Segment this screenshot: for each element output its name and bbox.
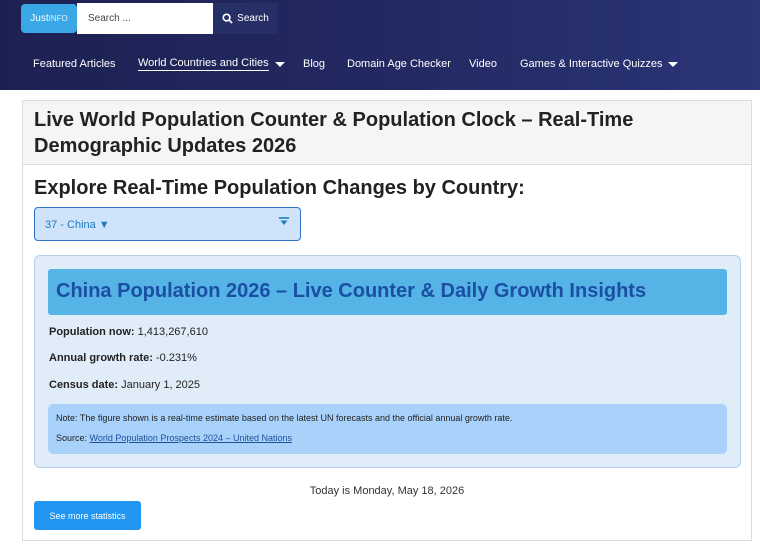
census-date-label: Census date:: [49, 379, 119, 391]
search-input[interactable]: [77, 3, 213, 34]
population-label: Population now:: [49, 326, 135, 338]
section-title: Explore Real-Time Population Changes by …: [34, 177, 525, 199]
population-heading: China Population 2026 – Live Counter & D…: [56, 280, 647, 302]
card-header: Live World Population Counter & Populati…: [23, 101, 751, 165]
nav-games-quizzes[interactable]: Games & Interactive Quizzes: [520, 54, 679, 74]
census-date-stat: Census date: January 1, 2025: [49, 379, 200, 391]
growth-rate-label: Annual growth rate:: [49, 352, 153, 364]
population-info-box: China Population 2026 – Live Counter & D…: [34, 255, 741, 468]
today-date: Today is Monday, May 18, 2026: [309, 485, 465, 497]
nav-label: Featured Articles: [33, 58, 116, 70]
nav-featured-articles[interactable]: Featured Articles: [33, 54, 116, 74]
source-note: Note: The figure shown is a real-time es…: [48, 404, 727, 454]
population-stat: Population now: 1,413,267,610: [49, 326, 208, 338]
site-header: JustINFO Search Featured Articles World …: [0, 0, 760, 90]
logo-text: Just: [30, 13, 49, 24]
growth-rate-stat: Annual growth rate: -0.231%: [49, 352, 197, 364]
nav-domain-age-checker[interactable]: Domain Age Checker: [347, 54, 451, 74]
page-title: Live World Population Counter & Populati…: [34, 109, 634, 157]
country-select-value: 37 - China ▼: [45, 219, 110, 231]
nav-label: Domain Age Checker: [347, 58, 451, 70]
site-logo[interactable]: JustINFO: [21, 4, 77, 33]
nav-blog[interactable]: Blog: [303, 54, 325, 74]
nav-world-countries[interactable]: World Countries and Cities: [138, 54, 285, 74]
source-label: Source:: [56, 433, 88, 443]
nav-label: Games & Interactive Quizzes: [520, 58, 663, 70]
nav-label: Blog: [303, 58, 326, 70]
growth-rate-value: -0.231%: [155, 352, 197, 364]
search-button-label: Search: [237, 13, 269, 24]
source-link[interactable]: World Population Prospects 2024 – United…: [90, 433, 292, 443]
country-select[interactable]: 37 - China ▼: [34, 207, 301, 241]
content-card: Live World Population Counter & Populati…: [22, 100, 752, 541]
population-value: 1,413,267,610: [137, 326, 208, 338]
logo-text-accent: INFO: [48, 14, 68, 23]
see-more-statistics-button[interactable]: See more statistics: [34, 501, 141, 530]
chevron-down-icon: [668, 61, 679, 67]
chevron-down-icon: [274, 61, 285, 67]
filter-icon: [279, 217, 289, 225]
nav-label: Video: [469, 58, 497, 70]
search-button[interactable]: Search: [213, 3, 278, 34]
population-heading-bar: China Population 2026 – Live Counter & D…: [48, 269, 727, 315]
note-text: Note: The figure shown is a real-time es…: [56, 413, 513, 423]
nav-video[interactable]: Video: [469, 54, 497, 74]
census-date-value: January 1, 2025: [121, 379, 201, 391]
note-source: Source: World Population Prospects 2024 …: [56, 433, 292, 443]
nav-label: World Countries and Cities: [138, 57, 269, 71]
search-icon: [222, 13, 233, 24]
